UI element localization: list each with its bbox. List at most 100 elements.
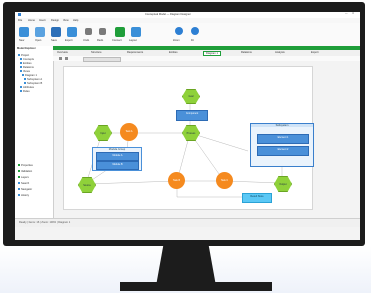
element-box[interactable]: Element 2 [257,146,309,156]
hand-icon[interactable] [65,57,68,60]
fit-button-label: Fit [191,39,194,42]
element-box[interactable]: Element 1 [257,134,309,144]
undo-button[interactable] [85,28,92,35]
tab-relations[interactable]: Relations [241,51,252,54]
monitor-bezel: Conceptual Model — Diagram Designer — ✕ … [3,2,365,246]
panel-link[interactable]: Search [18,182,29,185]
panel-link[interactable]: Validation [18,170,32,173]
status-text: Ready | Items: 16 | Zoom: 100% | Diagram… [19,221,71,224]
panel-link[interactable]: Navigator [18,188,32,191]
close-icon[interactable]: ✕ [352,12,354,15]
menu-item-help[interactable]: Help [73,19,78,22]
tab-overview[interactable]: Overview [57,51,68,54]
module-group[interactable]: Module Group Module A Module B [92,147,142,171]
node-label: Task A [125,130,133,134]
open-button[interactable] [35,27,45,37]
save-button[interactable] [51,27,61,37]
fit-icon[interactable] [191,27,199,35]
tab-requirements[interactable]: Requirements [127,51,143,54]
tree-item[interactable]: Attributes [20,86,34,89]
diagram-icon [22,74,24,77]
diagram-subtoolbar [53,56,360,62]
node-label: Result Store [250,195,264,198]
diagram-canvas[interactable]: Goal Process Input Source Output Task A … [63,66,314,210]
tab-structure[interactable]: Structure [91,51,102,54]
zoom-button-label: Zoom [173,39,180,42]
connect-button-label: Connect [112,39,122,42]
node-label: Task B [172,178,181,182]
ribbon-toolbar: New Open Save Export Undo Redo Connect L… [15,23,360,47]
app-window: Conceptual Model — Diagram Designer — ✕ … [15,12,360,240]
new-button[interactable] [19,27,29,37]
layout-button[interactable] [131,27,141,37]
menu-item-view[interactable]: View [63,19,69,22]
folder-icon [20,66,22,69]
container-title: Subsystem [251,124,313,127]
redo-button[interactable] [99,28,106,35]
minimize-icon[interactable]: — [345,12,348,15]
group-title: Module Group [108,148,126,151]
menu-item-insert[interactable]: Insert [39,19,46,22]
node-label: Output [279,182,287,186]
tab-export[interactable]: Export [311,51,319,54]
node-circle[interactable]: Task A [120,123,138,141]
tree-item[interactable]: Diagram 1 [22,74,37,77]
validation-icon [18,170,20,173]
undo-button-label: Undo [83,39,90,42]
subsystem-container[interactable]: Subsystem Element 1 Element 2 [250,123,314,167]
module-box[interactable]: Module A [96,152,139,161]
export-button[interactable] [67,27,77,37]
redo-button-label: Redo [97,39,104,42]
open-button-label: Open [35,39,42,42]
node-label: Module A [112,154,123,157]
panel-link[interactable]: Properties [18,164,33,167]
tree-item[interactable]: Views [20,70,30,73]
zoom-select[interactable] [83,57,121,62]
menu-item-home[interactable]: Home [28,19,35,22]
node-circle[interactable]: Task C [216,172,233,189]
node-label: Module B [112,163,123,166]
tree-item[interactable]: Relations [20,66,34,69]
monitor-stand-neck [156,246,216,286]
folder-icon [20,58,22,61]
menu-item-file[interactable]: File [18,19,22,22]
result-store-box[interactable]: Result Store [242,193,272,203]
node-icon [24,78,26,81]
tree-item[interactable]: Entities [20,62,32,65]
node-label: Element 1 [277,136,289,139]
panel-link[interactable]: History [18,194,29,197]
node-label: Goal [188,95,194,99]
folder-icon [20,86,22,89]
tree-item[interactable]: Concepts [20,58,34,61]
node-icon [24,82,26,85]
tree-item[interactable]: Subsystem A [24,78,42,81]
connect-button[interactable] [115,27,125,37]
node-circle[interactable]: Task B [168,172,185,189]
tree-item[interactable]: Project [18,54,29,57]
node-label: Input [100,131,106,135]
tree-item[interactable]: Rules [20,90,30,93]
tab-entities[interactable]: Entities [169,51,178,54]
module-box[interactable]: Module B [96,161,139,170]
new-button-label: New [19,39,25,42]
panel-link[interactable]: Layers [18,176,29,179]
folder-icon [20,62,22,65]
menu-item-design[interactable]: Design [51,19,59,22]
monitor-stand-base [120,282,272,291]
zoom-icon[interactable] [175,27,183,35]
pointer-icon[interactable] [59,57,62,60]
navigator-icon [18,188,20,191]
search-icon [18,182,20,185]
save-button-label: Save [51,39,57,42]
window-title: Conceptual Model — Diagram Designer [145,13,191,16]
folder-icon [20,90,22,93]
tree-item[interactable]: Subsystem B [24,82,42,85]
folder-icon [20,70,22,73]
model-explorer-pane: Model Explorer Project Concepts Entities… [15,46,54,218]
history-icon [18,194,20,197]
node-label: Source [83,183,91,187]
node-label: Component [185,112,199,115]
component-box[interactable]: Component [176,110,208,121]
node-label: Element 2 [277,148,289,151]
tab-analysis[interactable]: Analysis [275,51,285,54]
